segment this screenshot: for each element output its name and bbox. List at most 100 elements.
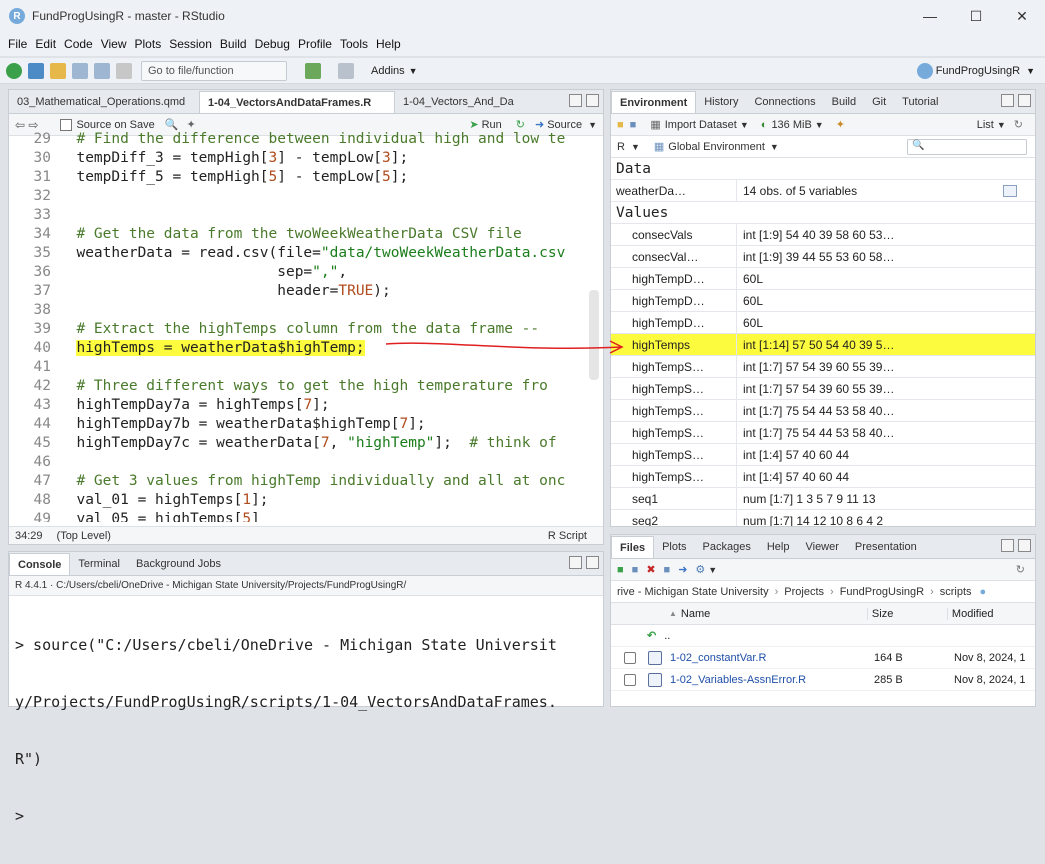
upload-icon[interactable]: ■ bbox=[632, 564, 639, 576]
code-line[interactable]: 30 tempDiff_3 = tempHigh[3] - tempLow[3]… bbox=[9, 149, 603, 168]
env-var-name[interactable]: highTempD… bbox=[611, 268, 737, 289]
file-checkbox[interactable] bbox=[624, 673, 636, 686]
open-file-icon[interactable] bbox=[50, 62, 66, 79]
vcs-icon[interactable] bbox=[305, 62, 321, 79]
tab-connections[interactable]: Connections bbox=[746, 91, 823, 113]
env-var-name[interactable]: highTempD… bbox=[611, 290, 737, 311]
env-var-name[interactable]: highTempS… bbox=[611, 378, 737, 399]
project-dir-icon[interactable]: ● bbox=[980, 586, 987, 598]
addins-menu[interactable]: Addins bbox=[371, 65, 405, 77]
up-dir-label[interactable]: .. bbox=[664, 630, 670, 642]
tab-console[interactable]: Console bbox=[9, 553, 71, 575]
env-var-name[interactable]: highTempS… bbox=[611, 444, 737, 465]
move-icon[interactable]: ➜ bbox=[678, 563, 687, 576]
delete-icon[interactable]: ✖ bbox=[646, 563, 655, 576]
env-row[interactable]: highTemps int [1:14] 57 50 54 40 39 5… bbox=[611, 334, 1035, 356]
file-name[interactable]: 1-02_constantVar.R bbox=[670, 652, 870, 664]
console-output[interactable]: > source("C:/Users/cbeli/OneDrive - Mich… bbox=[15, 598, 557, 864]
run-button[interactable]: Run bbox=[482, 119, 502, 131]
env-var-name[interactable]: highTempS… bbox=[611, 356, 737, 377]
file-type-selector[interactable]: R Script bbox=[548, 530, 587, 542]
tab-help[interactable]: Help bbox=[759, 536, 798, 558]
env-row[interactable]: weatherDa… 14 obs. of 5 variables bbox=[611, 180, 1035, 202]
files-up-row[interactable]: ↶ .. bbox=[611, 625, 1035, 647]
maximize-env-icon[interactable] bbox=[1018, 94, 1031, 107]
code-line[interactable]: 43 highTempDay7a = highTemps[7]; bbox=[9, 396, 603, 415]
env-row[interactable]: highTempD… 60L bbox=[611, 312, 1035, 334]
code-line[interactable]: 39 # Extract the highTemps column from t… bbox=[9, 320, 603, 339]
tab-git[interactable]: Git bbox=[864, 91, 894, 113]
import-dataset-button[interactable]: Import Dataset bbox=[665, 119, 737, 131]
table-row[interactable]: 1-02_constantVar.R 164 B Nov 8, 2024, 1 bbox=[611, 647, 1035, 669]
code-line[interactable]: 44 highTempDay7b = weatherData$highTemp[… bbox=[9, 415, 603, 434]
code-line[interactable]: 45 highTempDay7c = weatherData[7, "highT… bbox=[9, 434, 603, 453]
scope-selector[interactable]: Global Environment bbox=[668, 141, 765, 153]
file-name[interactable]: 1-02_Variables-AssnError.R bbox=[670, 674, 870, 686]
minimize-console-icon[interactable] bbox=[569, 556, 582, 569]
new-file-icon[interactable] bbox=[6, 62, 22, 79]
breadcrumb-scripts[interactable]: scripts bbox=[940, 586, 972, 598]
tab-presentation[interactable]: Presentation bbox=[847, 536, 925, 558]
source-on-save-checkbox[interactable] bbox=[60, 118, 73, 131]
code-editor[interactable]: 29 # Find the difference between individ… bbox=[9, 130, 603, 522]
view-table-icon[interactable] bbox=[1003, 184, 1017, 197]
minimize-pane-icon[interactable] bbox=[569, 94, 582, 107]
rename-icon[interactable]: ■ bbox=[664, 564, 671, 576]
menu-plots[interactable]: Plots bbox=[131, 37, 166, 51]
editor-scrollbar[interactable] bbox=[589, 290, 599, 380]
maximize-button[interactable]: ☐ bbox=[953, 0, 999, 32]
up-arrow-icon[interactable]: ↶ bbox=[647, 629, 656, 642]
code-line[interactable]: 38 bbox=[9, 301, 603, 320]
menu-view[interactable]: View bbox=[97, 37, 131, 51]
menu-help[interactable]: Help bbox=[372, 37, 405, 51]
maximize-files-icon[interactable] bbox=[1018, 539, 1031, 552]
code-line[interactable]: 31 tempDiff_5 = tempHigh[5] - tempLow[5]… bbox=[9, 168, 603, 187]
env-row[interactable]: highTempS… int [1:7] 57 54 39 60 55 39… bbox=[611, 378, 1035, 400]
code-line[interactable]: 29 # Find the difference between individ… bbox=[9, 130, 603, 149]
code-line[interactable]: 32 bbox=[9, 187, 603, 206]
code-line[interactable]: 41 bbox=[9, 358, 603, 377]
load-workspace-icon[interactable]: ■ bbox=[617, 119, 624, 131]
new-folder-icon[interactable]: ■ bbox=[617, 564, 624, 576]
env-row[interactable]: highTempS… int [1:7] 57 54 39 60 55 39… bbox=[611, 356, 1035, 378]
print-icon[interactable] bbox=[116, 62, 132, 79]
project-menu[interactable]: FundProgUsingR bbox=[936, 65, 1020, 77]
env-row[interactable]: highTempD… 60L bbox=[611, 290, 1035, 312]
env-var-name[interactable]: consecVals bbox=[611, 224, 737, 245]
maximize-pane-icon[interactable] bbox=[586, 94, 599, 107]
minimize-env-icon[interactable] bbox=[1001, 94, 1014, 107]
refresh-files-icon[interactable]: ↻ bbox=[1016, 563, 1025, 576]
env-var-name[interactable]: highTempD… bbox=[611, 312, 737, 333]
menu-session[interactable]: Session bbox=[165, 37, 216, 51]
file-checkbox[interactable] bbox=[624, 651, 636, 664]
code-line[interactable]: 42 # Three different ways to get the hig… bbox=[9, 377, 603, 396]
env-row[interactable]: highTempS… int [1:4] 57 40 60 44 bbox=[611, 466, 1035, 488]
env-var-name[interactable]: seq2 bbox=[611, 510, 737, 526]
tab-vectors-and-da[interactable]: 1-04_Vectors_And_Da bbox=[395, 91, 545, 113]
env-var-name[interactable]: highTempS… bbox=[611, 466, 737, 487]
memory-usage[interactable]: 136 MiB bbox=[771, 119, 811, 131]
menu-profile[interactable]: Profile bbox=[294, 37, 336, 51]
broom-icon[interactable]: ✦ bbox=[836, 118, 845, 131]
language-selector[interactable]: R bbox=[617, 141, 625, 153]
env-row[interactable]: seq1 num [1:7] 1 3 5 7 9 11 13 bbox=[611, 488, 1035, 510]
tab-files[interactable]: Files bbox=[611, 536, 655, 558]
tab-tutorial[interactable]: Tutorial bbox=[894, 91, 946, 113]
code-line[interactable]: 40 highTemps = weatherData$highTemp; bbox=[9, 339, 603, 358]
tab-history[interactable]: History bbox=[696, 91, 746, 113]
source-button[interactable]: Source bbox=[547, 119, 582, 131]
env-row[interactable]: highTempS… int [1:4] 57 40 60 44 bbox=[611, 444, 1035, 466]
code-line[interactable]: 36 sep=",", bbox=[9, 263, 603, 282]
close-button[interactable]: ✕ bbox=[999, 0, 1045, 32]
minimize-files-icon[interactable] bbox=[1001, 539, 1014, 552]
table-row[interactable]: 1-02_Variables-AssnError.R 285 B Nov 8, … bbox=[611, 669, 1035, 691]
code-line[interactable]: 37 header=TRUE); bbox=[9, 282, 603, 301]
menu-debug[interactable]: Debug bbox=[251, 37, 294, 51]
tab-packages[interactable]: Packages bbox=[695, 536, 759, 558]
menu-build[interactable]: Build bbox=[216, 37, 251, 51]
env-row[interactable]: seq2 num [1:7] 14 12 10 8 6 4 2 bbox=[611, 510, 1035, 526]
breadcrumb-project[interactable]: FundProgUsingR bbox=[840, 586, 924, 598]
env-var-name[interactable]: highTempS… bbox=[611, 422, 737, 443]
code-line[interactable]: 47 # Get 3 values from highTemp individu… bbox=[9, 472, 603, 491]
tab-viewer[interactable]: Viewer bbox=[797, 536, 846, 558]
